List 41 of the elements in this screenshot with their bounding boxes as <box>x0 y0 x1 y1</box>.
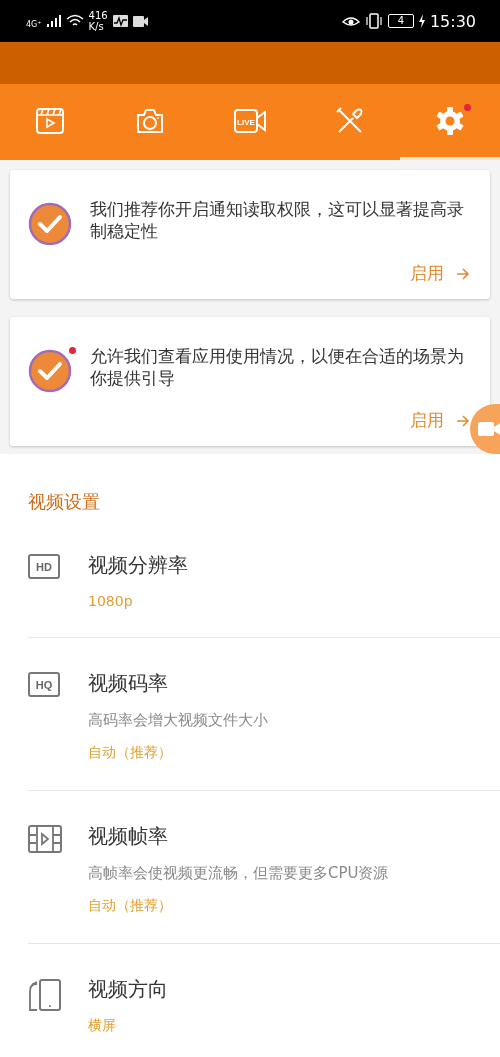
charging-icon <box>418 14 425 28</box>
signal-icon <box>46 15 61 27</box>
activity-icon <box>112 15 128 27</box>
rotate-phone-icon <box>28 978 62 1012</box>
arrow-right-icon <box>456 267 470 280</box>
setting-title: 视频帧率 <box>88 823 169 850</box>
speed-unit: K/s <box>88 21 105 32</box>
wifi-icon <box>65 14 84 28</box>
quality-badge-icon: HD <box>28 554 60 579</box>
clock: 15:30 <box>429 11 476 31</box>
setting-description: 高码率会增大视频文件大小 <box>88 711 268 730</box>
section-title: 视频设置 <box>28 490 101 514</box>
check-badge-icon <box>28 349 72 393</box>
setting-value: 横屏 <box>88 1017 117 1035</box>
setting-row[interactable]: 视频帧率 高帧率会使视频更流畅，但需要更多CPU资源 自动（推荐） <box>28 791 500 944</box>
setting-value: 1080p <box>88 593 134 609</box>
video-camera-icon <box>478 421 500 437</box>
network-type: 4G⁺ <box>26 20 42 29</box>
check-badge-icon <box>28 202 72 246</box>
setting-title: 视频码率 <box>88 670 169 697</box>
video-clip-icon <box>35 106 65 135</box>
setting-row[interactable]: 视频方向 横屏 <box>28 944 500 1057</box>
card-message: 允许我们查看应用使用情况，以便在合适的场景为你提供引导 <box>90 345 465 389</box>
setting-description: 高帧率会使视频更流畅，但需要更多CPU资源 <box>88 864 389 883</box>
setting-title: 视频方向 <box>88 976 168 1003</box>
eye-icon <box>341 14 360 28</box>
arrow-right-icon <box>456 414 470 427</box>
speed-value: 416 <box>88 10 108 21</box>
quality-badge-icon: HQ <box>28 672 60 697</box>
settings-icon <box>435 105 465 136</box>
camera-icon <box>135 106 165 135</box>
setting-value: 自动（推荐） <box>88 897 173 915</box>
film-icon <box>28 825 62 853</box>
setting-title: 视频分辨率 <box>88 552 188 579</box>
setting-value: 自动（推荐） <box>88 744 173 762</box>
battery-icon: 4 <box>387 14 414 28</box>
setting-row[interactable]: HD 视频分辨率 1080p <box>28 542 500 638</box>
vibrate-icon <box>364 13 383 29</box>
video-camera-icon <box>132 15 148 27</box>
card-message: 我们推荐你开启通知读取权限，这可以显著提高录制稳定性 <box>90 198 465 242</box>
setting-row[interactable]: HQ 视频码率 高码率会增大视频文件大小 自动（推荐） <box>28 638 500 791</box>
